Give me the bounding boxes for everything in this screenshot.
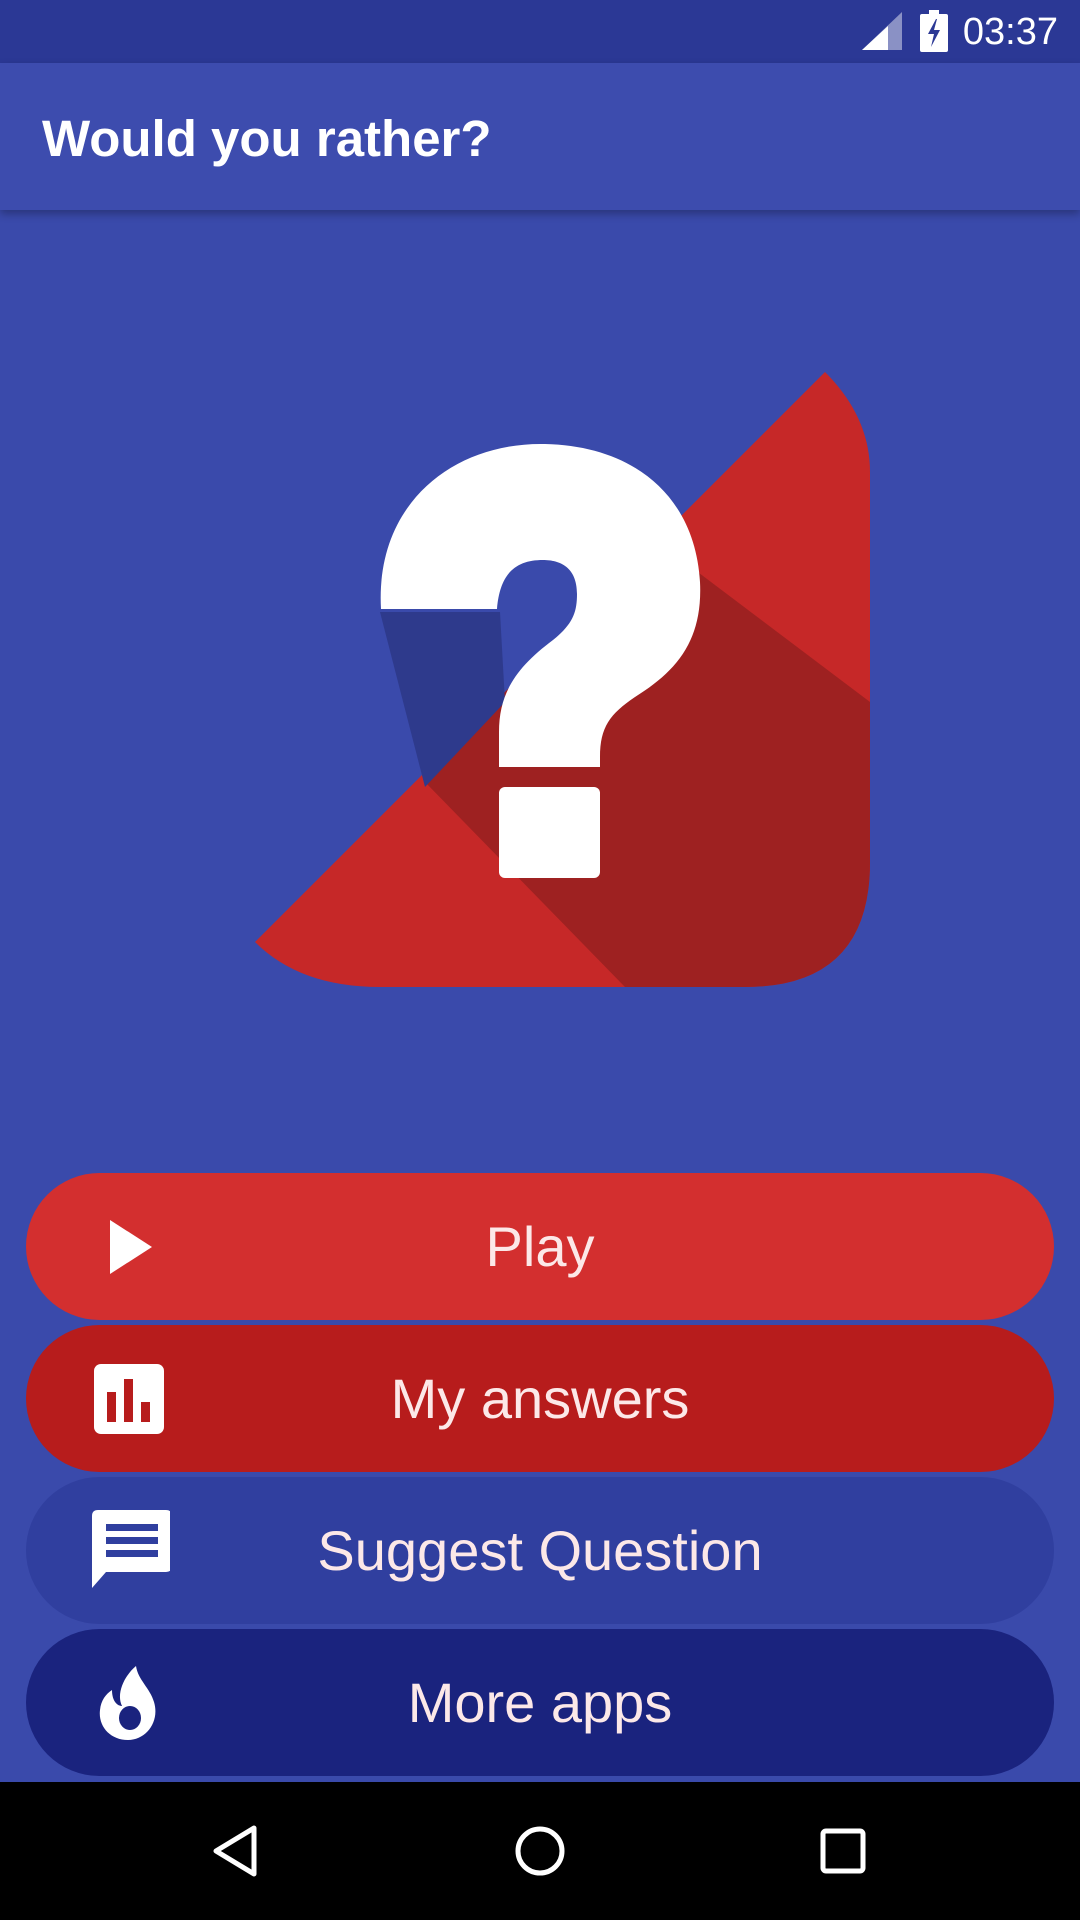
battery-charging-icon [920, 10, 948, 52]
my-answers-button-label: My answers [390, 1367, 690, 1430]
app-bar: Would you rather? [0, 63, 1080, 210]
my-answers-button[interactable]: My answers [26, 1325, 1054, 1472]
play-button[interactable]: Play [26, 1173, 1054, 1320]
navigation-bar [0, 1782, 1080, 1920]
recents-icon[interactable] [808, 1816, 878, 1886]
home-icon[interactable] [505, 1816, 575, 1886]
back-icon[interactable] [202, 1816, 272, 1886]
more-apps-button-label: More apps [407, 1671, 673, 1734]
signal-icon [862, 12, 902, 50]
suggest-question-button[interactable]: Suggest Question [26, 1477, 1054, 1624]
status-bar: 03:37 [0, 0, 1080, 63]
page-title: Would you rather? [42, 110, 492, 167]
suggest-question-button-label: Suggest Question [317, 1519, 763, 1582]
question-mark-logo [255, 372, 870, 987]
play-button-label: Play [485, 1215, 595, 1278]
more-apps-button[interactable]: More apps [26, 1629, 1054, 1776]
status-time: 03:37 [962, 11, 1058, 53]
